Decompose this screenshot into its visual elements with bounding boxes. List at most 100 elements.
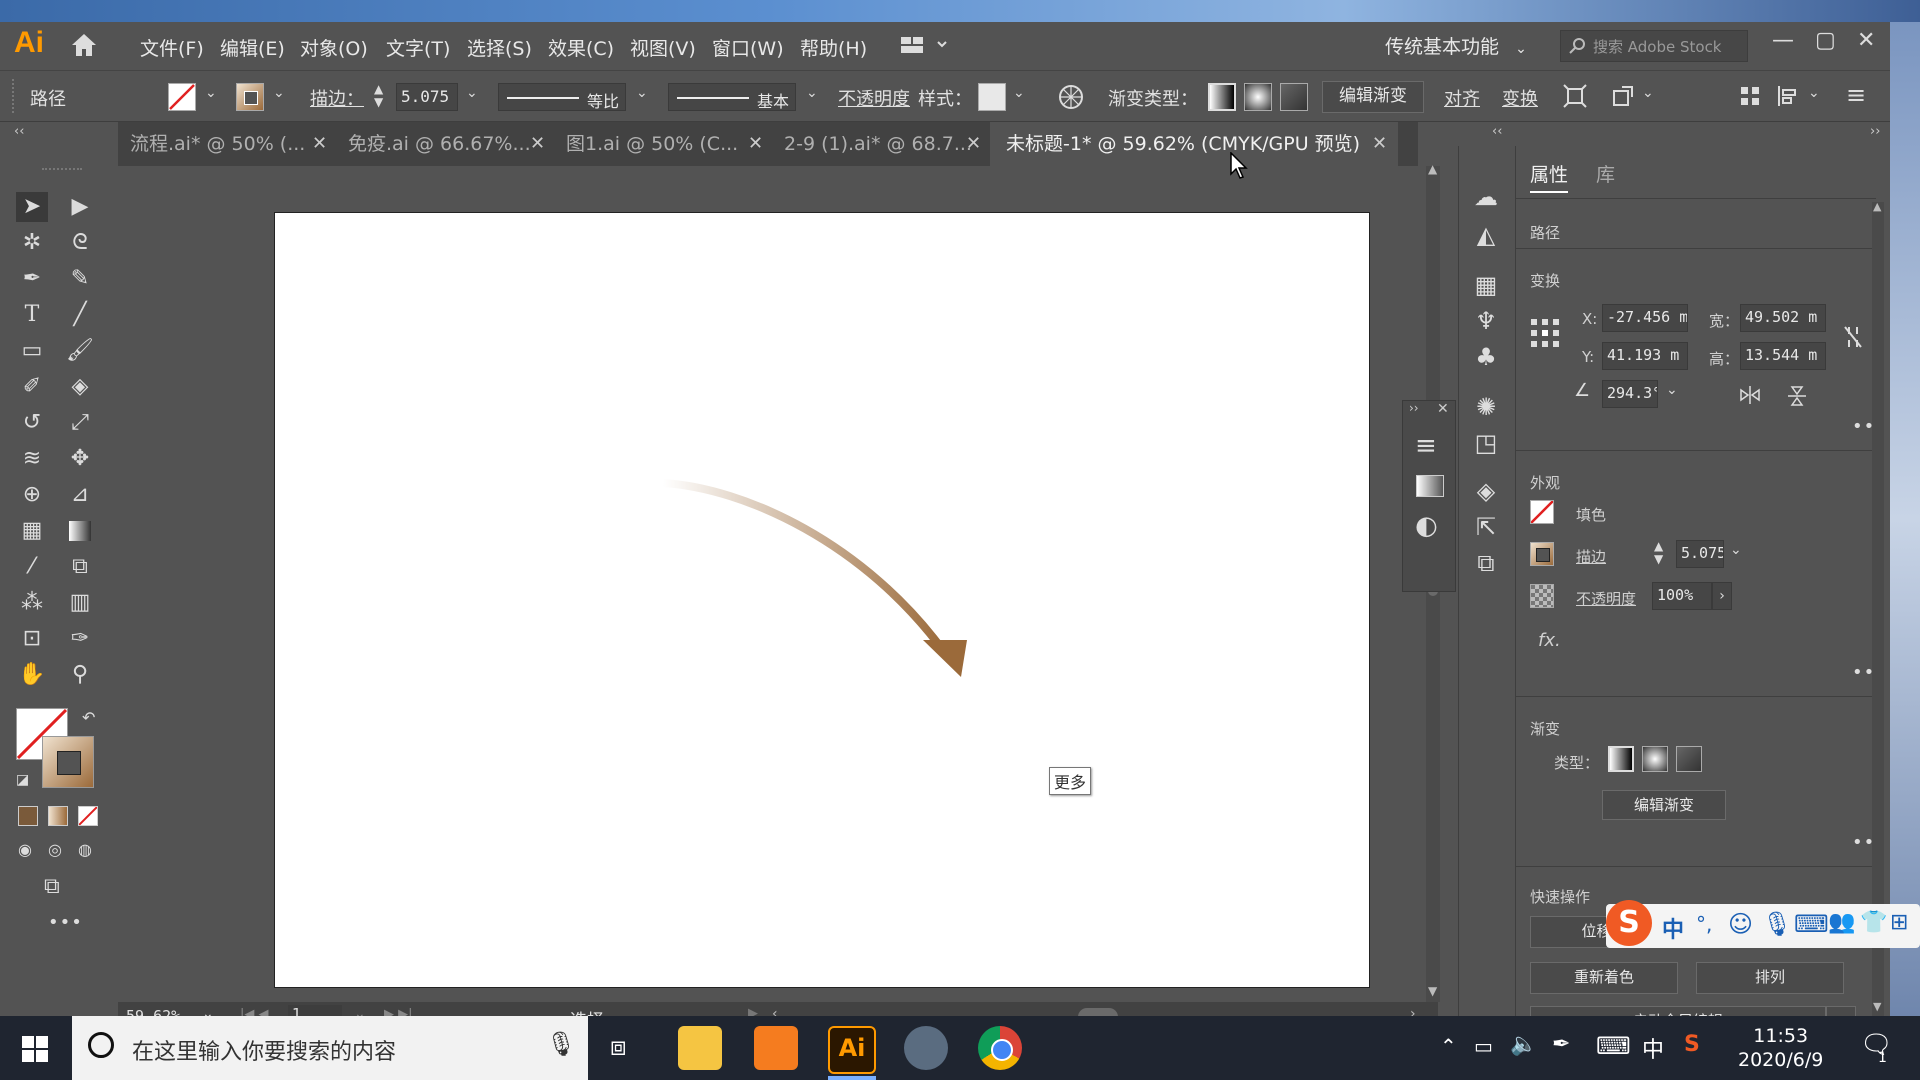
linear-gradient-icon[interactable] <box>1608 746 1634 772</box>
scroll-down-icon[interactable]: ▼ <box>1873 1000 1881 1013</box>
fill-swatch[interactable] <box>1530 500 1554 524</box>
toolbox-icon[interactable]: ⊞ <box>1890 910 1908 935</box>
align-link[interactable]: 对齐 <box>1444 85 1480 111</box>
draw-inside-icon[interactable]: ◍ <box>78 840 92 859</box>
knife-tool-icon[interactable]: ✑ <box>64 624 96 654</box>
arrow-path[interactable] <box>275 213 1369 987</box>
microphone-icon[interactable]: 🎙 <box>1762 910 1792 938</box>
tab-document-active[interactable]: 未标题-1* @ 59.62% (CMYK/GPU 预览) ✕ <box>990 122 1398 166</box>
tab-close-icon[interactable]: ✕ <box>530 122 545 166</box>
align-objects-icon[interactable] <box>1738 83 1762 109</box>
zoom-tool-icon[interactable]: ⚲ <box>64 660 96 690</box>
scroll-left-icon[interactable]: ‹ <box>772 1006 778 1016</box>
user-icon[interactable]: 👥 <box>1828 910 1855 935</box>
flip-vertical-icon[interactable] <box>1786 384 1808 408</box>
canvas-area[interactable]: 更多 ▲ ▼ <box>118 162 1440 1002</box>
minimize-icon[interactable]: — <box>1772 28 1794 53</box>
stock-search-input[interactable]: 搜索 Adobe Stock <box>1560 30 1748 62</box>
pen-tool-icon[interactable]: ✒ <box>16 264 48 294</box>
type-tool-icon[interactable]: T <box>16 300 48 330</box>
next-artboard-icon[interactable]: ▶ ▶| <box>384 1007 413 1016</box>
grip-handle[interactable] <box>12 79 18 113</box>
volume-icon[interactable]: 🔈 <box>1510 1032 1537 1057</box>
menu-effect[interactable]: 效果(C) <box>548 34 614 61</box>
tab-document-1[interactable]: 流程.ai* @ 50% (... ✕ <box>118 122 334 166</box>
y-input[interactable]: 41.193 m <box>1602 342 1688 370</box>
menu-edit[interactable]: 编辑(E) <box>220 34 285 61</box>
task-view-icon[interactable]: ⧈ <box>610 1032 627 1063</box>
magic-wand-tool-icon[interactable]: ✲ <box>16 228 48 258</box>
distribute-icon[interactable] <box>1776 83 1800 109</box>
gradient-tool-icon[interactable] <box>64 516 96 546</box>
radial-gradient-icon[interactable] <box>1244 83 1272 111</box>
microphone-icon[interactable]: 🎙 <box>546 1030 576 1058</box>
transparency-panel-icon[interactable]: ◐ <box>1415 511 1438 541</box>
artboard-number-input[interactable]: 1 <box>288 1005 342 1016</box>
mesh-tool-icon[interactable]: ▦ <box>16 516 48 546</box>
tab-properties[interactable]: 属性 <box>1530 160 1569 193</box>
edit-gradient-button[interactable]: 编辑渐变 <box>1602 790 1726 820</box>
tray-input-language[interactable]: 中 <box>1642 1032 1664 1064</box>
puppet-warp-tool-icon[interactable]: ✥ <box>64 444 96 474</box>
none-mode-icon[interactable] <box>78 806 98 826</box>
color-panel-icon[interactable]: ◭ <box>1471 220 1501 250</box>
tab-library[interactable]: 库 <box>1596 160 1615 187</box>
taskbar-search-box[interactable]: 在这里输入你要搜索的内容 🎙 <box>72 1016 588 1080</box>
menu-object[interactable]: 对象(O) <box>300 34 368 61</box>
curvature-tool-icon[interactable]: ✎ <box>64 264 96 294</box>
tab-document-4[interactable]: 2-9 (1).ai* @ 68.7... ✕ <box>772 122 988 166</box>
panel-scrollbar[interactable]: ▲ ▼ <box>1872 200 1884 1016</box>
artboard[interactable]: 更多 <box>274 212 1370 988</box>
height-input[interactable]: 13.544 m <box>1740 342 1826 370</box>
swatches-icon[interactable]: ▦ <box>1471 270 1501 300</box>
distribute-dropdown-icon[interactable]: ⌄ <box>1808 85 1820 101</box>
stroke-weight-input[interactable]: 5.075 <box>1676 540 1724 568</box>
scroll-down-icon[interactable]: ▼ <box>1428 984 1437 998</box>
zoom-level[interactable]: 59.62% <box>126 1007 180 1016</box>
width-input[interactable]: 49.502 m <box>1740 304 1826 332</box>
scroll-up-icon[interactable]: ▲ <box>1873 200 1881 213</box>
toolbar-collapse-icon[interactable]: ‹‹ <box>14 124 24 139</box>
illustrator-taskbar-icon[interactable]: Ai <box>828 1026 876 1074</box>
menu-select[interactable]: 选择(S) <box>467 34 532 61</box>
keyboard-icon[interactable]: ⌨ <box>1794 910 1829 938</box>
puppet-warp-icon[interactable] <box>1610 83 1636 109</box>
sogou-logo-icon[interactable]: S <box>1606 900 1652 946</box>
zoom-dropdown-icon[interactable]: ⌄ <box>202 1006 214 1016</box>
isolate-object-icon[interactable] <box>1562 83 1588 109</box>
scroll-up-icon[interactable]: ▲ <box>1428 162 1437 176</box>
artboard-tool-icon[interactable]: ⊡ <box>16 624 48 654</box>
opacity-label[interactable]: 不透明度 <box>838 85 910 111</box>
file-explorer-icon[interactable] <box>678 1026 722 1070</box>
stroke-color-box[interactable] <box>42 736 94 788</box>
screen-mode-icon[interactable]: ⧉ <box>44 874 60 899</box>
fill-swatch[interactable] <box>168 83 196 111</box>
width-tool-icon[interactable]: ≋ <box>16 444 48 474</box>
opacity-label[interactable]: 不透明度 <box>1576 588 1636 609</box>
pen-workspace-icon[interactable]: ✒ <box>1552 1032 1570 1057</box>
radial-gradient-icon[interactable] <box>1642 746 1668 772</box>
x-input[interactable]: -27.456 m <box>1602 304 1688 332</box>
arrange-documents-icon[interactable] <box>900 34 950 61</box>
first-artboard-icon[interactable]: |◀ ◀ <box>240 1007 269 1016</box>
expand-panels-icon[interactable]: ›› <box>1409 401 1419 415</box>
iconcol-collapse-icon[interactable]: ‹‹ <box>1492 124 1502 139</box>
artboards-icon[interactable]: ⧉ <box>1471 548 1501 578</box>
scale-tool-icon[interactable]: ⤢ <box>64 408 96 438</box>
angle-input[interactable]: 294.3° <box>1602 380 1658 408</box>
lasso-tool-icon[interactable]: ᘓ <box>64 228 96 258</box>
scroll-right-icon[interactable]: › <box>1410 1006 1416 1016</box>
profile-dropdown-icon[interactable]: ⌄ <box>636 85 648 101</box>
variable-width-profile[interactable]: 等比 <box>498 83 626 111</box>
stroke-swatch[interactable] <box>1530 542 1554 566</box>
panel-menu-icon[interactable]: ≡ <box>1846 81 1866 109</box>
hand-tool-icon[interactable]: ✋ <box>16 660 48 690</box>
freeform-gradient-icon[interactable] <box>1676 746 1702 772</box>
transform-link[interactable]: 变换 <box>1502 85 1538 111</box>
ime-language-toggle[interactable]: 中 <box>1662 912 1684 944</box>
fx-icon[interactable]: fx. <box>1538 630 1561 651</box>
notification-center-icon[interactable]: 🗨 <box>1860 1030 1893 1060</box>
eyedropper-tool-icon[interactable]: ⁄ <box>16 552 48 582</box>
emoji-icon[interactable]: ☺ <box>1728 910 1753 938</box>
brush-dropdown-icon[interactable]: ⌄ <box>806 85 818 101</box>
